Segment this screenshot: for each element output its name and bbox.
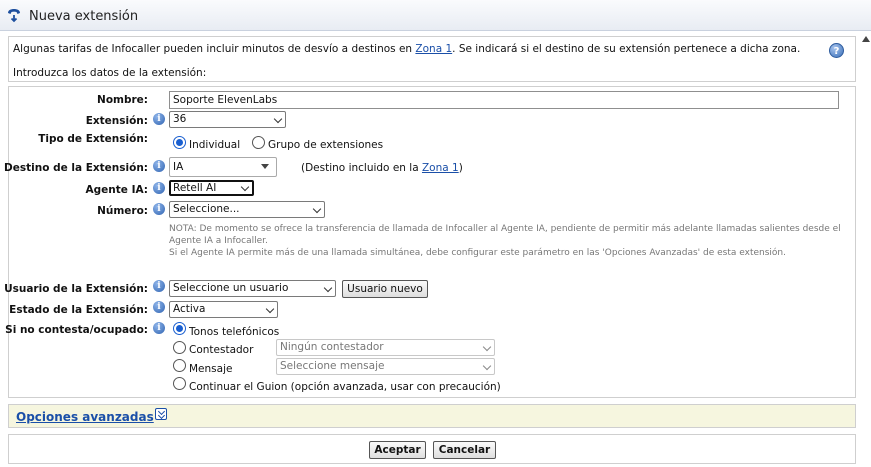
estado-label: Estado de la Extensión:: [9, 304, 148, 316]
usuario-info-icon[interactable]: i: [153, 280, 165, 292]
agente-info-icon[interactable]: i: [153, 182, 165, 194]
window-title: Nueva extensión: [29, 9, 139, 24]
usuario-select-value: Seleccione un usuario: [173, 282, 289, 294]
intro-text-after: . Se indicará si el destino de su extens…: [452, 43, 801, 55]
extension-select[interactable]: 36: [169, 111, 286, 128]
chevron-down-icon: [482, 361, 492, 371]
nombre-label: Nombre:: [97, 94, 148, 106]
scroll-up-arrow-icon[interactable]: [862, 36, 870, 42]
extension-form: Nombre: Soporte ElevenLabs Extensión: i …: [4, 86, 856, 398]
destino-label: Destino de la Extensión:: [4, 162, 148, 174]
mensaje-label: Mensaje: [189, 363, 233, 375]
destino-select-value: IA: [173, 161, 184, 173]
agente-select-value: Retell AI: [173, 182, 217, 194]
numero-note-line3: Si el Agente IA permite más de una llama…: [169, 248, 786, 258]
contestador-label: Contestador: [189, 344, 254, 356]
numero-select[interactable]: Seleccione...: [169, 201, 325, 218]
destino-info-icon[interactable]: i: [153, 160, 165, 172]
help-icon[interactable]: ?: [829, 43, 844, 58]
agente-select[interactable]: Retell AI: [169, 180, 254, 196]
numero-label: Número:: [97, 205, 148, 217]
tipo-grupo-radio[interactable]: [252, 136, 265, 149]
mensaje-select-value: Seleccione mensaje: [280, 360, 385, 372]
no-contesta-info-icon[interactable]: i: [153, 322, 165, 334]
estado-select-value: Activa: [173, 303, 206, 315]
tipo-individual-radio[interactable]: [173, 136, 186, 149]
guion-radio[interactable]: [173, 377, 186, 390]
destino-note-after: ): [458, 162, 463, 174]
expand-double-chevron-icon[interactable]: [155, 408, 167, 420]
action-buttons: Aceptar Cancelar: [8, 434, 856, 464]
window-titlebar: Nueva extensión: [0, 0, 871, 31]
usuario-label: Usuario de la Extensión:: [4, 283, 148, 295]
extension-info-icon[interactable]: i: [153, 113, 165, 125]
chevron-down-icon: [273, 114, 283, 124]
agente-label: Agente IA:: [85, 184, 148, 196]
destino-zone-link[interactable]: Zona 1: [422, 162, 459, 174]
new-user-button[interactable]: Usuario nuevo: [342, 280, 428, 298]
destino-zone-note: (Destino incluido en la Zona 1): [301, 162, 463, 174]
estado-select[interactable]: Activa: [169, 301, 278, 318]
intro-instruction: Introduzca los datos de la extensión:: [13, 67, 207, 79]
intro-text-before: Algunas tarifas de Infocaller pueden inc…: [13, 43, 416, 55]
nombre-input[interactable]: Soporte ElevenLabs: [169, 91, 839, 109]
estado-info-icon[interactable]: i: [153, 301, 165, 313]
contestador-radio[interactable]: [173, 341, 186, 354]
usuario-select[interactable]: Seleccione un usuario: [169, 280, 336, 297]
chevron-down-icon: [482, 342, 492, 352]
extension-label: Extensión:: [85, 115, 148, 127]
intro-text: Algunas tarifas de Infocaller pueden inc…: [13, 43, 800, 55]
chevron-down-icon: [265, 304, 275, 314]
cancel-button[interactable]: Cancelar: [433, 441, 496, 459]
numero-note: NOTA: De momento se ofrece la transferen…: [169, 223, 841, 259]
extension-select-value: 36: [173, 113, 187, 125]
tonos-radio[interactable]: [173, 322, 186, 335]
numero-info-icon[interactable]: i: [153, 203, 165, 215]
no-contesta-label: Si no contesta/ocupado:: [5, 324, 148, 336]
tonos-label: Tonos telefónicos: [189, 326, 280, 338]
destino-note-before: (Destino incluido en la: [301, 162, 422, 174]
contestador-select-value: Ningún contestador: [280, 341, 384, 353]
mensaje-radio[interactable]: [173, 359, 186, 372]
chevron-down-icon: [240, 182, 250, 192]
advanced-options-link[interactable]: Opciones avanzadas: [16, 410, 154, 424]
zone-link[interactable]: Zona 1: [415, 43, 452, 55]
destino-select[interactable]: IA: [169, 157, 277, 177]
numero-note-line1: NOTA: De momento se ofrece la transferen…: [169, 224, 841, 234]
contestador-select[interactable]: Ningún contestador: [276, 339, 495, 356]
tipo-grupo-label: Grupo de extensiones: [268, 139, 384, 151]
tipo-label: Tipo de Extensión:: [38, 133, 148, 145]
tipo-individual-label: Individual: [189, 139, 241, 151]
mensaje-select[interactable]: Seleccione mensaje: [276, 358, 495, 375]
numero-note-line2: Agente IA a Infocaller.: [169, 236, 268, 246]
advanced-options-bar: Opciones avanzadas: [8, 404, 856, 428]
guion-label: Continuar el Guion (opción avanzada, usa…: [189, 381, 501, 393]
accept-button[interactable]: Aceptar: [369, 441, 426, 459]
caret-down-icon: [261, 164, 269, 169]
intro-panel: Algunas tarifas de Infocaller pueden inc…: [8, 36, 856, 82]
numero-select-value: Seleccione...: [173, 203, 240, 215]
chevron-down-icon: [312, 204, 322, 214]
chevron-down-icon: [323, 283, 333, 293]
phone-transfer-icon: [8, 9, 20, 23]
